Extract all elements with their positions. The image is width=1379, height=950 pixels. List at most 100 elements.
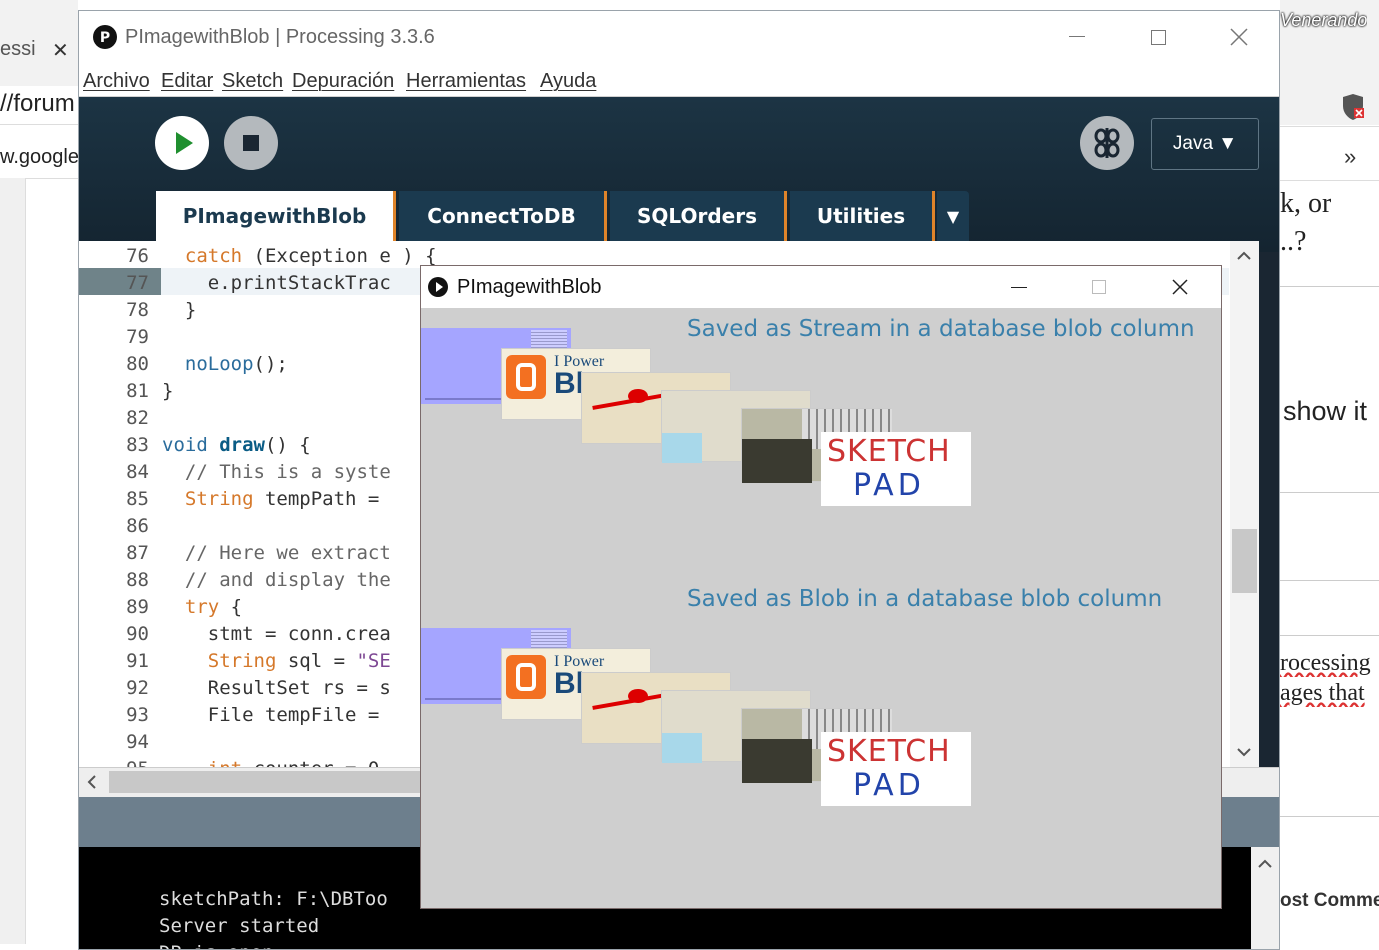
tab-pimagewithblob[interactable]: PImagewithBlob bbox=[156, 191, 396, 241]
stop-button[interactable] bbox=[224, 116, 278, 170]
line-number: 80 bbox=[126, 353, 149, 375]
chevron-down-icon[interactable] bbox=[1235, 743, 1253, 761]
image-stack-blob: I Power Blo SKETCH PAD bbox=[421, 628, 971, 808]
chevron-right-icon[interactable]: » bbox=[1344, 144, 1356, 170]
code-token: (); bbox=[253, 353, 288, 375]
divider bbox=[1280, 126, 1379, 127]
close-button[interactable] bbox=[1229, 27, 1249, 47]
maximize-button[interactable] bbox=[1092, 280, 1106, 294]
code-line: String tempPath = bbox=[162, 488, 379, 510]
code-token: { bbox=[219, 596, 243, 618]
code-line: try { bbox=[162, 596, 242, 618]
debugger-icon[interactable] bbox=[1080, 116, 1134, 170]
processing-play-icon bbox=[428, 277, 448, 297]
line-number: 85 bbox=[126, 488, 149, 510]
page-text-dots: ..? bbox=[1280, 226, 1307, 257]
code-token: tempPath = bbox=[253, 488, 380, 510]
comment-box[interactable] bbox=[1280, 580, 1379, 636]
sketchpad-line1: SKETCH bbox=[827, 734, 951, 769]
url-fragment[interactable]: //forum bbox=[0, 90, 78, 118]
code-line: catch (Exception e ) { bbox=[162, 245, 437, 267]
close-icon[interactable]: ✕ bbox=[52, 38, 69, 63]
menu-archivo[interactable]: Archivo bbox=[83, 70, 150, 93]
code-token: (Exception e ) { bbox=[242, 245, 437, 267]
line-number: 94 bbox=[126, 731, 149, 753]
console-scrollbar[interactable] bbox=[1251, 847, 1279, 949]
code-line: String sql = "SE bbox=[162, 650, 391, 672]
close-button[interactable] bbox=[1171, 278, 1189, 296]
menu-ayuda[interactable]: Ayuda bbox=[540, 70, 596, 93]
menu-herramientas[interactable]: Herramientas bbox=[406, 70, 526, 93]
line-number: 76 bbox=[126, 245, 149, 267]
code-token: // and display the bbox=[162, 569, 391, 591]
code-line: } bbox=[162, 380, 173, 402]
code-line: // Here we extract bbox=[162, 542, 391, 564]
tab-connecttodb[interactable]: ConnectToDB bbox=[399, 191, 607, 241]
line-number: 93 bbox=[126, 704, 149, 726]
divider bbox=[1280, 492, 1379, 493]
tab-sqlorders[interactable]: SQLOrders bbox=[610, 191, 787, 241]
divider bbox=[1280, 180, 1379, 181]
scroll-thumb[interactable] bbox=[109, 771, 429, 793]
code-line: // This is a syste bbox=[162, 461, 391, 483]
code-token: noLoop bbox=[184, 353, 254, 375]
processing-titlebar: P PImagewithBlob | Processing 3.3.6 bbox=[79, 11, 1279, 67]
page-text-show-it: show it bbox=[1283, 396, 1368, 426]
code-token: File tempFile = bbox=[162, 704, 380, 726]
line-number: 91 bbox=[126, 650, 149, 672]
line-number: 77 bbox=[126, 272, 149, 294]
line-number: 79 bbox=[126, 326, 149, 348]
chevron-left-icon[interactable] bbox=[83, 773, 101, 791]
page-text-k-or: k, or bbox=[1280, 188, 1332, 219]
browser-tab-label[interactable]: essi bbox=[0, 38, 44, 61]
window-title: PImagewithBlob | Processing 3.3.6 bbox=[125, 26, 435, 48]
maximize-button[interactable] bbox=[1151, 30, 1166, 45]
code-line: ResultSet rs = s bbox=[162, 677, 391, 699]
code-token: () { bbox=[264, 434, 311, 456]
code-line: e.printStackTrac bbox=[162, 272, 391, 294]
minimize-button[interactable] bbox=[1011, 287, 1027, 288]
divider bbox=[1280, 286, 1379, 287]
tab-menu-arrow-icon[interactable]: ▼ bbox=[937, 191, 969, 241]
shield-icon[interactable] bbox=[1340, 94, 1366, 122]
browser-side-panel bbox=[0, 178, 26, 944]
code-token: sql = bbox=[276, 650, 357, 672]
user-name[interactable]: Venerando bbox=[1280, 10, 1367, 31]
chevron-up-icon[interactable] bbox=[1256, 855, 1274, 873]
mode-selector[interactable]: Java ▼ bbox=[1151, 118, 1259, 170]
page-text-processing: rocessing bbox=[1280, 650, 1371, 676]
menu-depuracion[interactable]: Depuración bbox=[292, 70, 394, 93]
scroll-thumb[interactable] bbox=[1232, 529, 1257, 593]
menu-editar[interactable]: Editar bbox=[161, 70, 213, 93]
code-token: "SE bbox=[356, 650, 391, 672]
post-comment-button[interactable]: ost Comme bbox=[1280, 890, 1379, 912]
run-button[interactable] bbox=[155, 116, 209, 170]
console-line: sketchPath: F:\DBToo bbox=[159, 888, 388, 910]
chevron-up-icon[interactable] bbox=[1235, 247, 1253, 265]
code-token: try bbox=[184, 596, 220, 618]
code-token: void bbox=[162, 434, 208, 456]
menu-sketch[interactable]: Sketch bbox=[222, 70, 283, 93]
processing-logo-icon: P bbox=[93, 25, 117, 49]
code-token: } bbox=[162, 380, 174, 402]
minimize-button[interactable] bbox=[1069, 36, 1085, 37]
sketchpad-line2: PAD bbox=[853, 768, 925, 803]
image-stack-stream: I Power Blo SKETCH PAD bbox=[421, 328, 971, 508]
code-token: e.printStackTrac bbox=[162, 272, 391, 294]
line-number: 81 bbox=[126, 380, 149, 402]
thumbnail-sketchpad: SKETCH PAD bbox=[821, 732, 971, 806]
line-number: 82 bbox=[126, 407, 149, 429]
sketchpad-line1: SKETCH bbox=[827, 434, 951, 469]
line-number: 90 bbox=[126, 623, 149, 645]
bookmark-fragment[interactable]: w.google bbox=[0, 146, 78, 169]
line-number: 84 bbox=[126, 461, 149, 483]
tab-utilities[interactable]: Utilities bbox=[790, 191, 935, 241]
code-token: } bbox=[162, 299, 197, 321]
code-token: String bbox=[184, 488, 254, 510]
line-number: 88 bbox=[126, 569, 149, 591]
editor-vertical-scrollbar[interactable] bbox=[1230, 241, 1259, 767]
